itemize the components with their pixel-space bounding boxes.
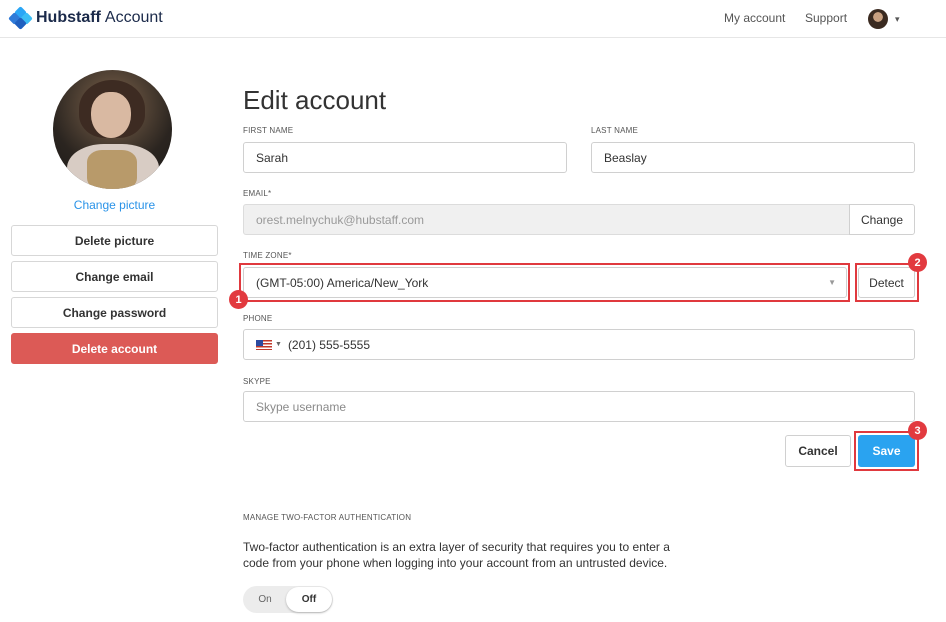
nav-my-account-link[interactable]: My account [724, 11, 785, 25]
app-name: Account [104, 9, 163, 26]
change-email-button[interactable]: Change email [11, 261, 218, 292]
cancel-button[interactable]: Cancel [785, 435, 851, 467]
user-avatar[interactable] [868, 9, 888, 29]
delete-account-button[interactable]: Delete account [11, 333, 218, 364]
last-name-input[interactable]: Beaslay [591, 142, 915, 173]
first-name-input[interactable]: Sarah [243, 142, 567, 173]
profile-picture [53, 70, 172, 189]
skype-label: SKYPE [243, 377, 271, 386]
delete-picture-button[interactable]: Delete picture [11, 225, 218, 256]
callout-badge-2: 2 [908, 253, 927, 272]
phone-label: PHONE [243, 314, 273, 323]
two-factor-title: MANAGE TWO-FACTOR AUTHENTICATION [243, 513, 412, 522]
last-name-label: LAST NAME [591, 126, 638, 135]
time-zone-label: TIME ZONE* [243, 251, 292, 260]
time-zone-highlight [239, 263, 850, 302]
country-caret-icon[interactable]: ▼ [275, 341, 282, 348]
change-picture-link[interactable]: Change picture [11, 198, 218, 212]
email-label: EMAIL* [243, 189, 272, 198]
callout-badge-3: 3 [908, 421, 927, 440]
toggle-on-option[interactable]: On [243, 586, 287, 613]
hubstaff-logo-icon [8, 6, 33, 30]
page-title: Edit account [243, 85, 387, 115]
detect-highlight [855, 263, 919, 302]
email-change-button[interactable]: Change [849, 204, 915, 235]
chevron-down-icon[interactable]: ▾ [895, 14, 900, 25]
brand-name: Hubstaff [36, 9, 101, 26]
phone-value: (201) 555-5555 [287, 337, 370, 352]
callout-badge-1: 1 [229, 290, 248, 309]
skype-input[interactable]: Skype username [243, 391, 915, 422]
toggle-off-option[interactable]: Off [286, 587, 332, 612]
hubstaff-logo[interactable]: Hubstaff Account [8, 6, 163, 30]
nav-support-link[interactable]: Support [805, 11, 847, 25]
top-bar: Hubstaff Account My account Support ▾ [0, 0, 946, 38]
phone-input[interactable]: ▼ (201) 555-5555 [243, 329, 915, 360]
change-password-button[interactable]: Change password [11, 297, 218, 328]
email-field: orest.melnychuk@hubstaff.com [243, 204, 850, 235]
two-factor-toggle[interactable]: On Off [243, 586, 333, 613]
first-name-label: FIRST NAME [243, 126, 294, 135]
two-factor-description: Two-factor authentication is an extra la… [243, 540, 670, 570]
us-flag-icon[interactable] [256, 339, 272, 350]
save-highlight [854, 431, 919, 471]
